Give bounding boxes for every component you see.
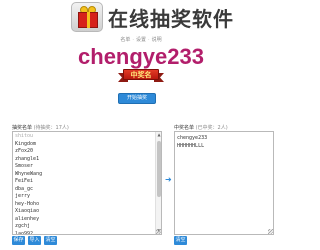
nav-separator: ·	[148, 37, 150, 43]
list-item: chengye233	[177, 135, 208, 141]
list-item: zgchj	[15, 223, 31, 229]
list-item: FeiFei	[15, 178, 34, 184]
list-item: Kingdom	[15, 140, 37, 147]
gift-box-icon	[71, 2, 103, 32]
save-button[interactable]: 保存	[12, 236, 25, 245]
participants-scrollbar[interactable]: ▲ ▼	[155, 132, 161, 234]
list-item: zhangle1	[15, 155, 40, 162]
list-item: shitou	[15, 133, 34, 139]
import-button[interactable]: 导入	[28, 236, 41, 245]
header: 在线抽奖软件	[0, 0, 282, 34]
resize-grip-icon[interactable]	[268, 229, 273, 234]
scroll-thumb[interactable]	[157, 141, 161, 197]
nav-link-settings[interactable]: 设置	[136, 36, 146, 43]
winner-name: chengye233	[78, 44, 204, 69]
list-item: hey-Hoho	[15, 200, 40, 207]
participants-label: 抽奖名单 (待抽奖：17人)	[12, 124, 69, 131]
nav-separator: ·	[132, 37, 134, 43]
nav-links: 名单 · 设置 · 说明	[0, 36, 282, 43]
list-item: Smoser	[15, 163, 34, 169]
list-item: alienhey	[15, 215, 40, 222]
app-title: 在线抽奖软件	[108, 7, 234, 31]
clear-participants-button[interactable]: 清空	[44, 236, 57, 245]
nav-link-list[interactable]: 名单	[120, 36, 130, 43]
winner-banner: 中奖名	[118, 68, 164, 84]
arrow-right-icon: ➜	[165, 175, 172, 184]
list-item: HHHHHHLLL	[177, 142, 205, 149]
nav-link-help[interactable]: 说明	[152, 36, 162, 43]
winner-banner-text: 中奖名	[130, 70, 152, 79]
list-item: Xiaoqiao	[15, 208, 40, 214]
list-item: jerry	[15, 193, 31, 199]
list-item: WhyneWang	[15, 170, 43, 177]
winners-label: 中奖名单 (已中奖：2人)	[174, 124, 228, 131]
start-draw-button[interactable]: 开始抽奖	[118, 93, 156, 104]
list-item: dba_gc	[15, 185, 34, 192]
winners-textarea[interactable]: chengye233 HHHHHHLLL	[174, 131, 274, 235]
participants-textarea[interactable]: shitou Kingdom zFox20 zhangle1 Smoser WhyneWa…	[12, 131, 162, 235]
scroll-up-icon[interactable]: ▲	[156, 132, 162, 138]
clear-winners-button[interactable]: 清空	[174, 236, 187, 245]
list-item: lao992	[15, 230, 34, 235]
resize-grip-icon[interactable]	[156, 229, 161, 234]
list-item: zFox20	[15, 148, 34, 154]
